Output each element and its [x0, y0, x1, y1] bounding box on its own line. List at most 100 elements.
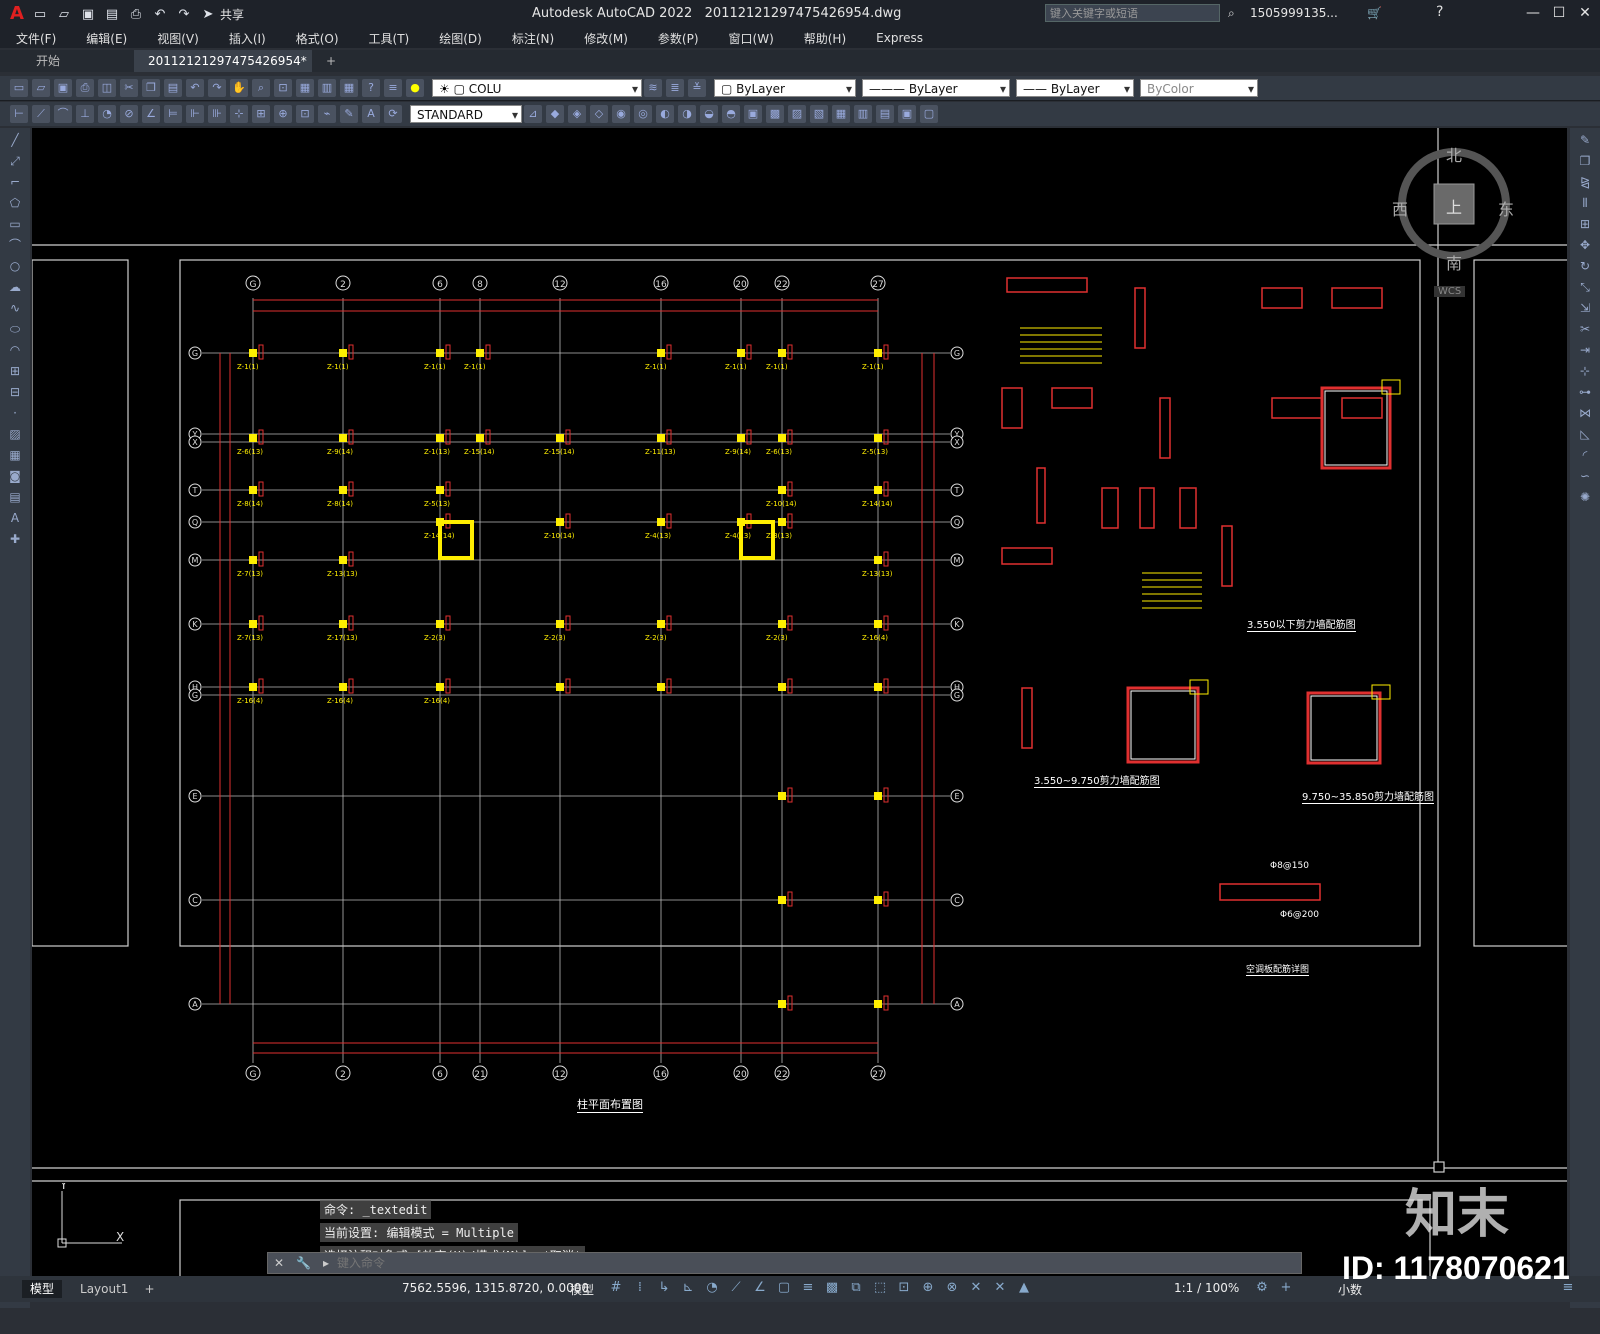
jog-icon[interactable]: ⌁ [318, 105, 336, 123]
modify-icon-18[interactable]: ▢ [920, 105, 938, 123]
dim-diameter-icon[interactable]: ⊘ [120, 105, 138, 123]
ellipse-icon[interactable]: ⬭ [6, 320, 24, 338]
compass-north[interactable]: 北 [1446, 142, 1462, 166]
array-icon[interactable]: ⊞ [1576, 215, 1594, 233]
modify-icon-5[interactable]: ◎ [634, 105, 652, 123]
menu-file[interactable]: 文件(F) [16, 30, 70, 47]
paste-icon[interactable]: ▤ [164, 79, 182, 97]
dimstyle-dropdown[interactable]: STANDARD [410, 105, 522, 124]
color-dropdown[interactable]: ▢ ByLayer [714, 79, 856, 98]
make-block-icon[interactable]: ⊟ [6, 383, 24, 401]
add-selected-icon[interactable]: ✚ [6, 530, 24, 548]
search-input[interactable]: 键入关键字或短语 [1045, 4, 1220, 22]
xline-icon[interactable]: ⤢ [6, 152, 24, 170]
modify-icon-13[interactable]: ▧ [810, 105, 828, 123]
modify-icon-1[interactable]: ◆ [546, 105, 564, 123]
spline-icon[interactable]: ∿ [6, 299, 24, 317]
modify-icon-16[interactable]: ▤ [876, 105, 894, 123]
fillet-icon[interactable]: ◜ [1576, 446, 1594, 464]
help-icon[interactable]: ? [1436, 4, 1443, 20]
modify-icon-17[interactable]: ▣ [898, 105, 916, 123]
break-icon[interactable]: ⊶ [1576, 383, 1594, 401]
menu-insert[interactable]: 插入(I) [229, 30, 280, 47]
gradient-icon[interactable]: ▦ [6, 446, 24, 464]
zoom-icon[interactable]: ⌕ [252, 79, 270, 97]
modify-icon-11[interactable]: ▩ [766, 105, 784, 123]
layer-manager-icon[interactable]: ≡ [384, 79, 402, 97]
menu-express[interactable]: Express [876, 31, 937, 45]
blend-icon[interactable]: ∽ [1576, 467, 1594, 485]
calculator-icon[interactable]: ▦ [340, 79, 358, 97]
layer-previous-icon[interactable]: ≋ [644, 79, 662, 97]
command-input[interactable] [335, 1255, 1301, 1271]
join-icon[interactable]: ⋈ [1576, 404, 1594, 422]
menu-tools[interactable]: 工具(T) [369, 30, 424, 47]
annotation-monitor-icon[interactable]: + [1276, 1279, 1296, 1297]
annotation-scale-dropdown[interactable]: 1:1 / 100% [1174, 1281, 1239, 1295]
undo-icon[interactable]: ↶ [186, 79, 204, 97]
annotation-scale-icon[interactable]: ▲ [1014, 1279, 1034, 1297]
polar-icon[interactable]: ◔ [702, 1279, 722, 1297]
selection-filter-icon[interactable]: ⊕ [918, 1279, 938, 1297]
compass-west[interactable]: 西 [1392, 196, 1408, 220]
menu-view[interactable]: 视图(V) [157, 30, 213, 47]
menu-format[interactable]: 格式(O) [296, 30, 353, 47]
dynamic-ucs-icon[interactable]: ⊡ [894, 1279, 914, 1297]
transparency-icon[interactable]: ▩ [822, 1279, 842, 1297]
compass-south[interactable]: 南 [1446, 250, 1462, 274]
open-icon[interactable]: ▱ [55, 5, 73, 23]
redo-icon[interactable]: ↷ [208, 79, 226, 97]
autoscale-icon[interactable]: ✕ [990, 1279, 1010, 1297]
modify-icon-7[interactable]: ◑ [678, 105, 696, 123]
table-icon[interactable]: ▤ [6, 488, 24, 506]
dim-angle-icon[interactable]: ∠ [142, 105, 160, 123]
modify-icon-3[interactable]: ◇ [590, 105, 608, 123]
scale-icon[interactable]: ⤡ [1576, 278, 1594, 296]
ellipse-arc-icon[interactable]: ◠ [6, 341, 24, 359]
coordinates-readout[interactable]: 7562.5596, 1315.8720, 0.0000 [402, 1281, 589, 1295]
line-icon[interactable]: ╱ [6, 131, 24, 149]
viewcube[interactable]: 北 南 东 西 上 WCS [1392, 138, 1518, 308]
erase-icon[interactable]: ✎ [1576, 131, 1594, 149]
mirror-icon[interactable]: ⧎ [1576, 173, 1594, 191]
designcenter-icon[interactable]: ▥ [318, 79, 336, 97]
new-icon[interactable]: ▭ [10, 79, 28, 97]
tab-add-button[interactable]: + [312, 50, 350, 72]
lineweight-dropdown[interactable]: —— ByLayer [1016, 79, 1134, 98]
plot-icon[interactable]: ⎙ [127, 5, 145, 23]
menu-edit[interactable]: 编辑(E) [86, 30, 141, 47]
zoom-window-icon[interactable]: ⊡ [274, 79, 292, 97]
drawing-canvas[interactable]: Z-1(1) Z-1(1) Z-1(1) Z-1(1) Z-1(1) Z-1(1) Z-1(… [32, 128, 1567, 1278]
print-icon[interactable]: ⎙ [76, 79, 94, 97]
dimstyle-icon[interactable]: ⊿ [524, 105, 542, 123]
share-button[interactable]: 共享 [220, 6, 244, 23]
close-icon[interactable]: ✕ [1574, 4, 1596, 22]
rectangle-icon[interactable]: ▭ [6, 215, 24, 233]
copy-object-icon[interactable]: ❐ [1576, 152, 1594, 170]
dim-continue-icon[interactable]: ⊩ [186, 105, 204, 123]
grid-icon[interactable]: # [606, 1279, 626, 1297]
modify-icon-10[interactable]: ▣ [744, 105, 762, 123]
offset-icon[interactable]: ⫴ [1576, 194, 1594, 212]
dim-linear-icon[interactable]: ⊢ [10, 105, 28, 123]
dim-arc-icon[interactable]: ⌒ [54, 105, 72, 123]
menu-window[interactable]: 窗口(W) [729, 30, 788, 47]
user-account[interactable]: 1505999135... [1250, 6, 1338, 20]
tolerance-icon[interactable]: ⊞ [252, 105, 270, 123]
dim-text-edit-icon[interactable]: A [362, 105, 380, 123]
workspace-gear-icon[interactable]: ⚙ [1252, 1279, 1272, 1297]
properties-icon[interactable]: ▦ [296, 79, 314, 97]
menu-draw[interactable]: 绘图(D) [439, 30, 496, 47]
cut-icon[interactable]: ✂ [120, 79, 138, 97]
plotstyle-dropdown[interactable]: ByColor [1140, 79, 1258, 98]
modify-icon-6[interactable]: ◐ [656, 105, 674, 123]
inspect-icon[interactable]: ⊡ [296, 105, 314, 123]
save-icon[interactable]: ▣ [54, 79, 72, 97]
extend-icon[interactable]: ⇥ [1576, 341, 1594, 359]
arc-icon[interactable]: ⌒ [6, 236, 24, 254]
maximize-icon[interactable]: ☐ [1548, 4, 1570, 22]
undo-icon[interactable]: ↶ [151, 5, 169, 23]
share-icon[interactable]: ➤ [199, 5, 217, 23]
layer-current-icon[interactable]: ≚ [688, 79, 706, 97]
linetype-dropdown[interactable]: ——— ByLayer [862, 79, 1010, 98]
